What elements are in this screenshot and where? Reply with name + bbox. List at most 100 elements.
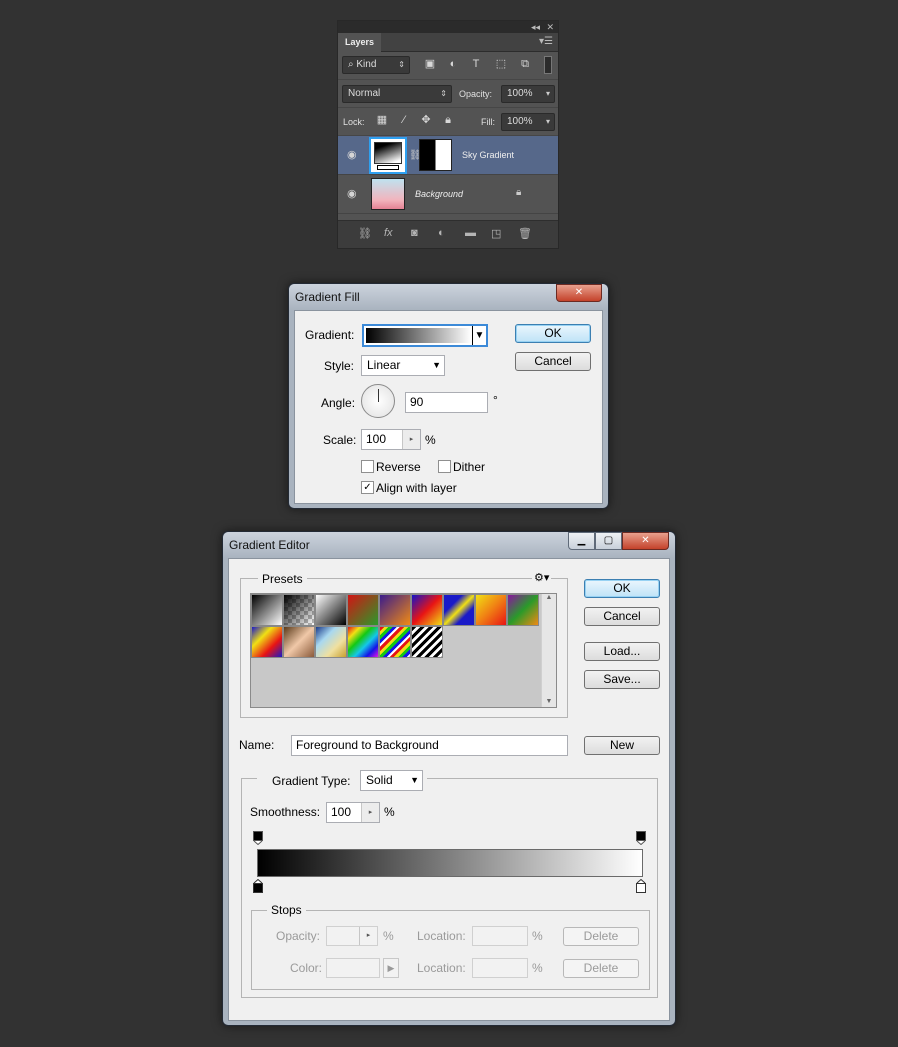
name-label: Name:	[239, 738, 275, 752]
layer-mask-thumbnail[interactable]	[419, 139, 452, 171]
preset-swatch[interactable]	[251, 594, 283, 626]
align-with-layer-checkbox[interactable]: ✓	[361, 481, 374, 494]
lock-position-icon[interactable]: ✥	[419, 113, 433, 127]
preset-swatch[interactable]	[379, 626, 411, 658]
maximize-icon[interactable]: ▢	[595, 532, 622, 550]
name-input[interactable]: Foreground to Background	[291, 735, 568, 756]
preset-swatch[interactable]	[411, 594, 443, 626]
color-location-label: Location:	[417, 961, 466, 975]
layer-row-background[interactable]: ◉ Background 🔒︎	[338, 175, 558, 214]
color-stop-left[interactable]	[253, 878, 263, 893]
dropdown-arrow-icon[interactable]: ▾	[546, 114, 550, 130]
stop-opacity-input[interactable]: ▸	[326, 926, 378, 946]
trash-icon[interactable]: 🗑︎	[518, 227, 532, 240]
filter-toggle-switch[interactable]	[544, 56, 552, 74]
opacity-field[interactable]: 100% ▾	[501, 85, 555, 103]
preset-swatch[interactable]	[347, 626, 379, 658]
opacity-stop-right[interactable]	[636, 831, 646, 846]
preset-swatch[interactable]	[475, 594, 507, 626]
color-location-input[interactable]	[472, 958, 528, 978]
blend-mode-select[interactable]: Normal ⇕	[342, 85, 452, 103]
preset-swatch[interactable]	[379, 594, 411, 626]
dropdown-arrow-icon[interactable]: ▼	[472, 326, 486, 345]
scale-value: 100	[366, 432, 387, 446]
panel-menu-icon[interactable]: ▾☰	[539, 36, 553, 47]
save-button[interactable]: Save...	[584, 670, 660, 689]
collapse-icon[interactable]: ◂◂	[531, 21, 540, 33]
preset-swatch[interactable]	[283, 626, 315, 658]
lock-label: Lock:	[343, 117, 365, 127]
close-icon[interactable]: ✕	[622, 532, 669, 550]
load-button[interactable]: Load...	[584, 642, 660, 661]
cancel-button[interactable]: Cancel	[584, 607, 660, 626]
new-fill-adjustment-icon[interactable]: ◐	[438, 227, 445, 239]
layer-row-sky-gradient[interactable]: ◉ ⛓ Sky Gradient	[338, 136, 558, 175]
new-group-folder-icon[interactable]: ▬	[465, 227, 476, 239]
smoothness-slider-arrow-icon[interactable]: ▸	[361, 803, 379, 822]
preset-swatch[interactable]	[251, 626, 283, 658]
fx-icon[interactable]: fx	[384, 227, 393, 239]
color-stop-right[interactable]	[636, 878, 646, 893]
preset-swatch[interactable]	[283, 594, 315, 626]
fill-field[interactable]: 100% ▾	[501, 113, 555, 131]
close-icon[interactable]: ✕	[556, 284, 602, 302]
preset-swatch[interactable]	[347, 594, 379, 626]
gear-icon[interactable]: ⚙▾	[532, 571, 552, 584]
gradient-picker[interactable]: ▼	[362, 324, 488, 347]
new-layer-icon[interactable]: ◳	[491, 227, 501, 240]
scale-slider-arrow-icon[interactable]: ▸	[402, 430, 420, 449]
dither-checkbox[interactable]	[438, 460, 451, 473]
dropdown-arrow-icon[interactable]: ▾	[546, 86, 550, 102]
presets-grid: ▲ ▼	[250, 593, 557, 708]
percent-unit: %	[425, 433, 436, 447]
scroll-up-icon[interactable]: ▲	[542, 594, 556, 601]
filter-shape-icon[interactable]: ⬚	[494, 57, 508, 71]
opacity-location-input[interactable]	[472, 926, 528, 946]
opacity-stop-left[interactable]	[253, 831, 263, 846]
filter-kind-select[interactable]: ⌕ Kind ⇕	[342, 56, 410, 74]
tab-layers[interactable]: Layers	[338, 33, 382, 52]
scale-input[interactable]: 100 ▸	[361, 429, 421, 450]
lock-transparent-icon[interactable]: ▦	[375, 113, 389, 127]
gradient-bar[interactable]	[257, 849, 643, 877]
preset-swatch[interactable]	[315, 594, 347, 626]
style-select[interactable]: Linear ▼	[361, 355, 445, 376]
eye-icon[interactable]: ◉	[347, 148, 357, 161]
lock-all-icon[interactable]: 🔒︎	[441, 113, 455, 127]
reverse-checkbox[interactable]	[361, 460, 374, 473]
stop-color-swatch[interactable]	[326, 958, 380, 978]
delete-opacity-stop-button[interactable]: Delete	[563, 927, 639, 946]
opacity-slider-arrow-icon[interactable]: ▸	[359, 927, 377, 945]
preset-swatch[interactable]	[443, 594, 475, 626]
delete-color-stop-button[interactable]: Delete	[563, 959, 639, 978]
filter-smart-object-icon[interactable]: ⧉	[518, 57, 532, 71]
add-mask-icon[interactable]: ◙	[411, 227, 418, 239]
filter-type-icon[interactable]: T	[469, 57, 483, 71]
new-button[interactable]: New	[584, 736, 660, 755]
angle-input[interactable]: 90	[405, 392, 488, 413]
lock-paint-brush-icon[interactable]: ⁄	[397, 113, 411, 127]
preset-swatch[interactable]	[507, 594, 539, 626]
presets-scrollbar[interactable]: ▲ ▼	[541, 594, 556, 707]
angle-dial[interactable]	[361, 384, 395, 418]
gradient-fill-thumbnail[interactable]	[369, 137, 407, 174]
minimize-icon[interactable]: ▁	[568, 532, 595, 550]
preset-swatch[interactable]	[411, 626, 443, 658]
color-picker-arrow-icon[interactable]: ▶	[383, 958, 399, 978]
smoothness-input[interactable]: 100 ▸	[326, 802, 380, 823]
scroll-down-icon[interactable]: ▼	[542, 698, 556, 705]
filter-pixel-icon[interactable]: ▣	[423, 57, 437, 71]
link-layers-icon[interactable]: ⛓	[358, 227, 372, 240]
filter-adjustment-icon[interactable]: ◐	[446, 57, 460, 71]
gradient-type-select[interactable]: Solid ▼	[360, 770, 423, 791]
preset-swatch[interactable]	[315, 626, 347, 658]
background-thumbnail[interactable]	[371, 178, 405, 210]
opacity-location-label: Location:	[417, 929, 466, 943]
ok-button[interactable]: OK	[515, 324, 591, 343]
gradient-preview	[374, 142, 402, 164]
cancel-button[interactable]: Cancel	[515, 352, 591, 371]
ok-button[interactable]: OK	[584, 579, 660, 598]
stop-opacity-label: Opacity:	[276, 929, 321, 943]
close-icon[interactable]: ✕	[546, 21, 554, 33]
eye-icon[interactable]: ◉	[347, 187, 357, 200]
